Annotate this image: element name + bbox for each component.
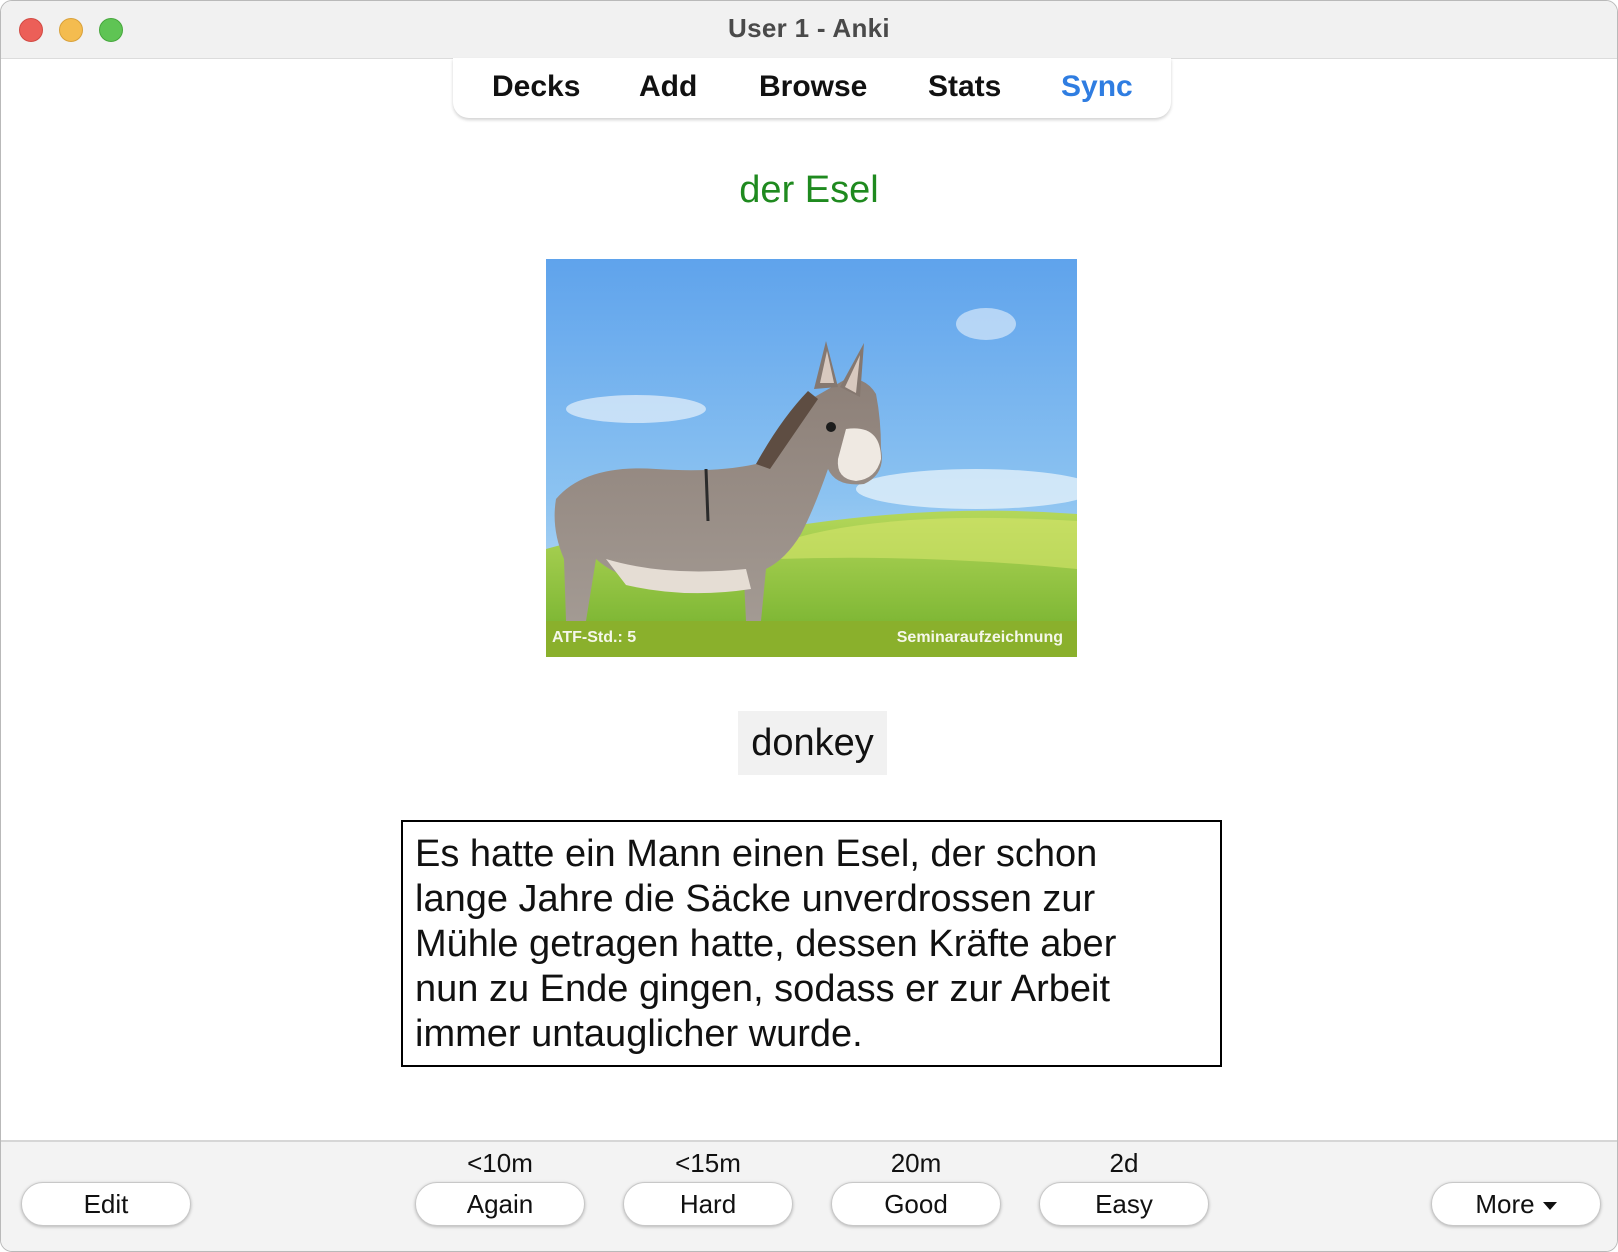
- card-answer: donkey: [738, 711, 887, 775]
- example-line: nun zu Ende gingen, sodass er zur Arbeit: [415, 968, 1111, 1010]
- example-sentence-box: Es hatte ein Mann einen Esel, der schon …: [401, 820, 1222, 1067]
- more-button[interactable]: More: [1431, 1182, 1601, 1226]
- anki-window: User 1 - Anki Decks Add Browse Stats Syn…: [0, 0, 1618, 1252]
- card-front-word: der Esel: [739, 169, 879, 211]
- donkey-image: [546, 259, 1077, 657]
- easy-button[interactable]: Easy: [1039, 1182, 1209, 1226]
- window-title: User 1 - Anki: [728, 13, 890, 43]
- chevron-down-icon: [1542, 1202, 1557, 1211]
- title-bar: User 1 - Anki: [1, 1, 1617, 59]
- decks-link[interactable]: Decks: [492, 70, 580, 104]
- example-line: Es hatte ein Mann einen Esel, der schon: [415, 833, 1098, 875]
- example-line: Mühle getragen hatte, dessen Kräfte aber: [415, 923, 1117, 965]
- image-caption-left: ATF-Std.: 5: [552, 629, 637, 646]
- again-interval: <10m: [467, 1148, 533, 1178]
- hard-interval: <15m: [675, 1148, 741, 1178]
- card-image: ATF-Std.: 5 Seminaraufzeichnung: [546, 259, 1077, 657]
- good-button[interactable]: Good: [831, 1182, 1001, 1226]
- good-interval: 20m: [890, 1148, 942, 1178]
- image-caption-right: Seminaraufzeichnung: [896, 629, 1063, 646]
- edit-button[interactable]: Edit: [21, 1182, 191, 1226]
- example-line: lange Jahre die Säcke unverdrossen zur: [415, 878, 1096, 920]
- sync-link[interactable]: Sync: [1061, 70, 1133, 104]
- example-line: immer untauglicher wurde.: [415, 1013, 863, 1055]
- stats-link[interactable]: Stats: [928, 70, 1001, 104]
- top-toolbar: Decks Add Browse Stats Sync: [453, 58, 1171, 118]
- hard-button[interactable]: Hard: [623, 1182, 793, 1226]
- add-link[interactable]: Add: [639, 70, 697, 104]
- review-bottom-bar: Edit <10m Again <15m Hard 20m Good 2d Ea…: [1, 1140, 1617, 1251]
- easy-interval: 2d: [1109, 1148, 1139, 1178]
- browse-link[interactable]: Browse: [759, 70, 867, 104]
- more-label: More: [1475, 1189, 1535, 1219]
- again-button[interactable]: Again: [415, 1182, 585, 1226]
- image-caption-banner: ATF-Std.: 5 Seminaraufzeichnung: [546, 621, 1077, 657]
